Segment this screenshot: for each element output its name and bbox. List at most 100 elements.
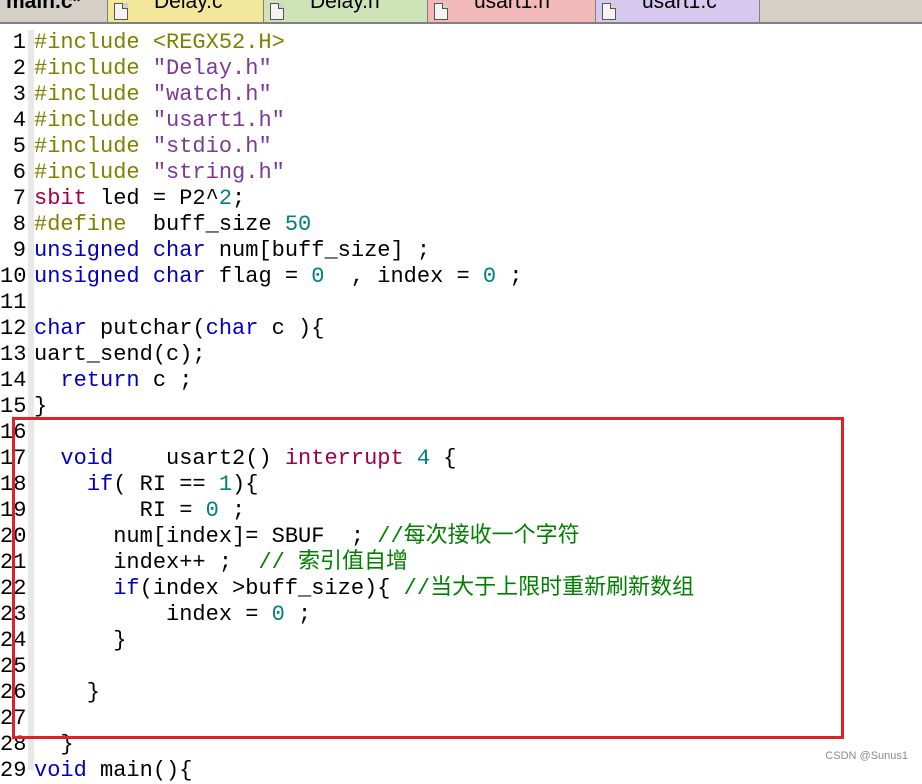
code-text: num[index]= SBUF ; //每次接收一个字符	[34, 524, 580, 550]
code-token: buff_size	[126, 212, 285, 237]
tab-label: main.c*	[6, 0, 81, 13]
code-text: sbit led = P2^2;	[34, 186, 245, 212]
code-line[interactable]: 29 void main(){	[0, 758, 922, 784]
document-icon	[434, 2, 448, 20]
code-line[interactable]: 26 }	[0, 680, 922, 706]
code-line[interactable]: 12 char putchar(char c ){	[0, 316, 922, 342]
code-token: ;	[284, 602, 312, 627]
line-number: 10	[0, 264, 27, 289]
code-line[interactable]: 14 return c ;	[0, 368, 922, 394]
code-token: ;	[232, 186, 246, 211]
code-text: unsigned char num[buff_size] ;	[34, 238, 430, 264]
code-line[interactable]: 2 #include "Delay.h"	[0, 56, 922, 82]
code-token: // 索引值自增	[258, 550, 409, 575]
code-line[interactable]: 6 #include "string.h"	[0, 160, 922, 186]
code-token: #include <REGX52.H>	[34, 30, 285, 55]
code-token: index =	[34, 602, 272, 627]
code-line[interactable]: 24 }	[0, 628, 922, 654]
code-line[interactable]: 27	[0, 706, 922, 732]
code-token: (index >buff_size){	[139, 576, 404, 601]
tab-delay-c[interactable]: Delay.c	[108, 0, 264, 22]
tab-usart1-c[interactable]: usart1.c	[596, 0, 760, 22]
line-number: 8	[12, 212, 26, 237]
code-token: 2	[218, 186, 233, 211]
document-icon	[602, 2, 616, 20]
code-token: interrupt	[284, 446, 404, 471]
code-token: ( RI ==	[113, 472, 219, 497]
code-token: void	[60, 446, 114, 471]
tab-label: Delay.c	[154, 0, 223, 13]
document-icon	[114, 2, 128, 20]
watermark: CSDN @Sunus1	[825, 750, 908, 762]
code-token: index++ ;	[34, 550, 259, 575]
code-token: num[buff_size] ;	[205, 238, 431, 263]
code-token: }	[34, 628, 127, 653]
code-line[interactable]: 10 unsigned char flag = 0 , index = 0 ;	[0, 264, 922, 290]
code-token: }	[34, 680, 101, 705]
code-line[interactable]: 4 #include "usart1.h"	[0, 108, 922, 134]
line-number: 26	[0, 680, 27, 705]
document-icon	[270, 2, 284, 20]
code-text: #include "usart1.h"	[34, 108, 285, 134]
code-text: index = 0 ;	[34, 602, 311, 628]
code-editor[interactable]: 1 #include <REGX52.H> 2 #include "Delay.h" 3…	[0, 30, 922, 783]
code-token: //当大于上限时重新刷新数组	[403, 576, 695, 601]
code-line[interactable]: 16	[0, 420, 922, 446]
tab-usart1-h[interactable]: usart1.h	[428, 0, 596, 22]
code-line[interactable]: 20 num[index]= SBUF ; //每次接收一个字符	[0, 524, 922, 550]
code-line[interactable]: 15}	[0, 394, 922, 420]
code-line[interactable]: 3 #include "watch.h"	[0, 82, 922, 108]
code-token: ){	[232, 472, 259, 497]
code-text: return c ;	[34, 368, 192, 394]
code-line[interactable]: 18 if( RI == 1){	[0, 472, 922, 498]
line-number: 16	[0, 420, 27, 445]
code-token: 0	[482, 264, 497, 289]
code-text: #include "watch.h"	[34, 82, 272, 108]
code-token: "stdio.h"	[152, 134, 272, 159]
code-line[interactable]: 25	[0, 654, 922, 680]
code-line[interactable]: 19 RI = 0 ;	[0, 498, 922, 524]
line-number: 28	[0, 732, 27, 757]
code-token: putchar(	[86, 316, 206, 341]
code-token: {	[430, 446, 457, 471]
code-line[interactable]: 28 }	[0, 732, 922, 758]
line-number: 17	[0, 446, 27, 471]
code-token: "watch.h"	[152, 82, 272, 107]
line-number: 5	[12, 134, 26, 159]
code-line[interactable]: 22 if(index >buff_size){ //当大于上限时重新刷新数组	[0, 576, 922, 602]
code-text: if( RI == 1){	[34, 472, 259, 498]
code-line[interactable]: 1 #include <REGX52.H>	[0, 30, 922, 56]
line-number: 12	[0, 316, 27, 341]
code-token: //每次接收一个字符	[377, 524, 580, 549]
code-token: #include	[34, 82, 153, 107]
code-line[interactable]: 13 uart_send(c);	[0, 342, 922, 368]
code-line[interactable]: 5 #include "stdio.h"	[0, 134, 922, 160]
code-text: unsigned char flag = 0 , index = 0 ;	[34, 264, 523, 290]
line-number: 14	[0, 368, 27, 393]
code-line[interactable]: 7 sbit led = P2^2;	[0, 186, 922, 212]
code-token: #include	[34, 56, 153, 81]
code-line[interactable]: 21 index++ ; // 索引值自增	[0, 550, 922, 576]
code-token: main(){	[86, 758, 193, 783]
code-token: 0	[271, 602, 285, 627]
tab-label: usart1.c	[642, 0, 717, 13]
code-token: #include	[34, 134, 153, 159]
code-line[interactable]: 11	[0, 290, 922, 316]
code-token: num[index]= SBUF ;	[34, 524, 378, 549]
code-token: flag =	[205, 264, 312, 289]
code-line[interactable]: 9 unsigned char num[buff_size] ;	[0, 238, 922, 264]
tab-main-c[interactable]: main.c*	[0, 0, 108, 22]
code-line[interactable]: 17 void usart2() interrupt 4 {	[0, 446, 922, 472]
code-token: usart2()	[113, 446, 285, 471]
code-token: 0	[205, 498, 219, 523]
code-token: led = P2^	[86, 186, 219, 211]
code-line[interactable]: 8 #define buff_size 50	[0, 212, 922, 238]
line-number: 11	[0, 290, 27, 315]
code-token: }	[34, 732, 74, 757]
tab-delay-h[interactable]: Delay.h	[264, 0, 428, 22]
code-line[interactable]: 23 index = 0 ;	[0, 602, 922, 628]
